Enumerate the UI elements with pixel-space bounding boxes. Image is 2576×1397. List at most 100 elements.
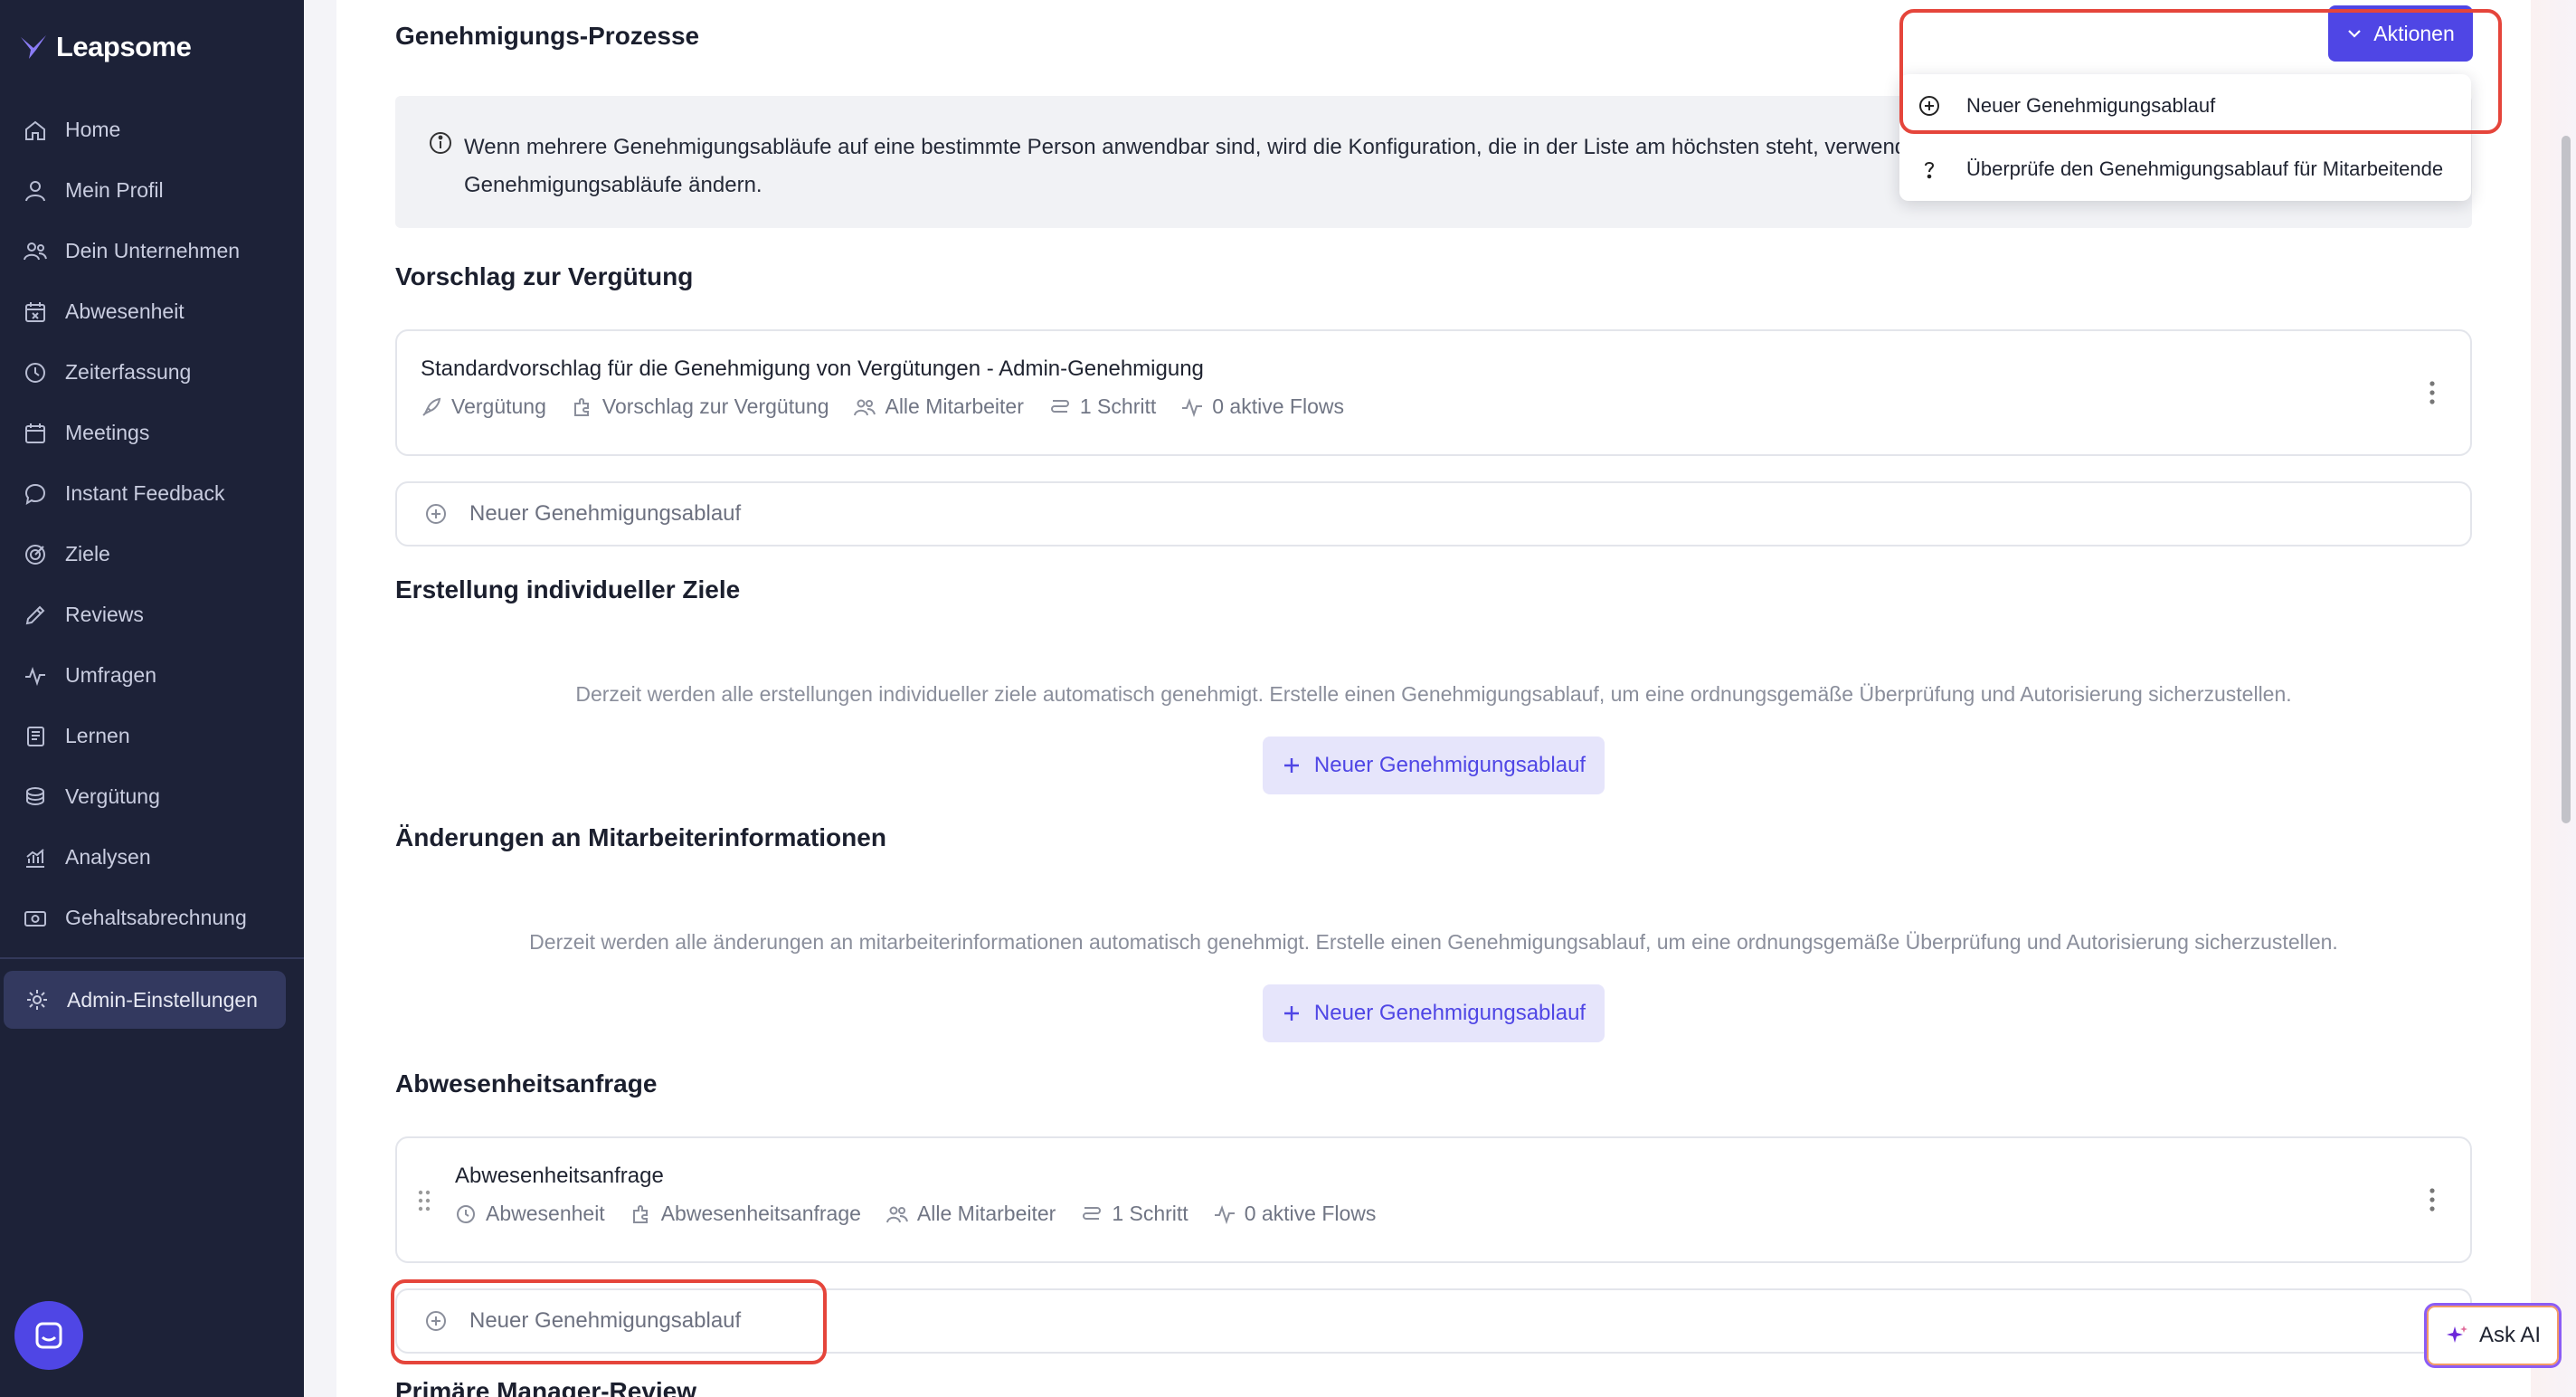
approval-flow-card[interactable]: Standardvorschlag für die Genehmigung vo… [395, 329, 2472, 456]
sidebar-nav: Home Mein Profil Dein Unternehmen Abwese… [0, 100, 304, 948]
target-icon [25, 544, 45, 565]
clock-icon [457, 1204, 475, 1223]
highlight-box-new-flow [391, 1279, 827, 1364]
meta-steps: 1 Schritt [1081, 1202, 1189, 1226]
users-icon [854, 399, 876, 415]
section-title-manager-review: Primäre Manager-Review [395, 1377, 697, 1397]
flow-name: Abwesenheitsanfrage [455, 1164, 664, 1188]
coins-icon [26, 786, 44, 805]
approval-flow-card[interactable]: Abwesenheitsanfrage Abwesenheit Abwesenh… [395, 1136, 2472, 1263]
sidebar-item-label: Home [65, 118, 121, 141]
new-approval-flow-button[interactable]: Neuer Genehmigungsablauf [1263, 737, 1605, 794]
puzzle-icon [632, 1204, 648, 1223]
section-title-employee-info: Änderungen an Mitarbeiterinformationen [395, 823, 886, 851]
meta-active-flows: 0 aktive Flows [1214, 1202, 1376, 1226]
meta-steps: 1 Schritt [1049, 394, 1156, 419]
sidebar-item-label: Zeiterfassung [65, 360, 192, 384]
info-icon [430, 132, 451, 154]
plus-icon [1283, 758, 1299, 773]
user-icon [25, 180, 45, 201]
chat-icon [24, 483, 46, 505]
sidebar-item-label: Admin-Einstellungen [67, 987, 258, 1012]
sidebar-item-label: Ziele [65, 542, 110, 565]
sidebar: Leapsome Home Mein Profil Dein Unternehm… [0, 0, 304, 1397]
book-icon [27, 726, 44, 746]
route-icon [1083, 1206, 1102, 1220]
meta-type: Vorschlag zur Vergütung [572, 394, 829, 419]
users-icon [886, 1206, 908, 1222]
scrollbar[interactable] [2562, 136, 2571, 823]
meta-steps-label: 1 Schritt [1079, 394, 1157, 418]
sidebar-item-learning[interactable]: Lernen [0, 706, 304, 766]
new-approval-flow-button[interactable]: Neuer Genehmigungsablauf [1263, 984, 1605, 1042]
sidebar-item-home[interactable]: Home [0, 100, 304, 160]
plus-icon [1283, 1006, 1299, 1021]
leapsome-bird-icon [21, 35, 46, 59]
sidebar-item-surveys[interactable]: Umfragen [0, 645, 304, 706]
sidebar-item-label: Vergütung [65, 784, 160, 808]
meta-module: Abwesenheit [455, 1202, 605, 1226]
sidebar-item-label: Dein Unternehmen [65, 239, 241, 262]
sidebar-item-time-tracking[interactable]: Zeiterfassung [0, 342, 304, 403]
clock-icon [25, 362, 45, 383]
sidebar-item-label: Abwesenheit [65, 299, 185, 323]
gear-icon [27, 990, 47, 1010]
drag-handle-icon[interactable] [417, 1189, 431, 1212]
support-chat-button[interactable] [14, 1301, 83, 1370]
meta-audience: Alle Mitarbeiter [854, 394, 1024, 419]
sidebar-item-label: Mein Profil [65, 178, 164, 202]
page-title: Genehmigungs-Prozesse [395, 22, 700, 50]
new-flow-label: Neuer Genehmigungsablauf [469, 501, 742, 526]
sparkle-icon [2446, 1326, 2467, 1343]
pulse-icon [1182, 397, 1203, 417]
more-options-icon[interactable] [2429, 380, 2436, 405]
sidebar-item-label: Umfragen [65, 663, 156, 687]
meta-module-label: Vergütung [451, 394, 546, 418]
money-icon [24, 910, 46, 927]
menu-item-label: Überprüfe den Genehmigungsablauf für Mit… [1966, 157, 2444, 180]
sidebar-item-label: Lernen [65, 724, 130, 747]
pulse-icon [25, 666, 45, 686]
chart-icon [26, 848, 44, 868]
meta-steps-label: 1 Schritt [1112, 1202, 1189, 1225]
sidebar-item-instant-feedback[interactable]: Instant Feedback [0, 463, 304, 524]
meta-audience: Alle Mitarbeiter [886, 1202, 1056, 1226]
empty-state-text: Derzeit werden alle änderungen an mitarb… [529, 930, 2338, 954]
flow-meta: Vergütung Vorschlag zur Vergütung Alle M… [421, 394, 1369, 419]
sidebar-item-label: Reviews [65, 603, 144, 626]
pulse-icon [1214, 1204, 1235, 1224]
sidebar-item-company[interactable]: Dein Unternehmen [0, 221, 304, 281]
sidebar-item-label: Gehaltsabrechnung [65, 906, 247, 929]
home-icon [25, 120, 45, 140]
ask-ai-button[interactable]: Ask AI [2424, 1303, 2562, 1368]
meta-active-flows: 0 aktive Flows [1181, 394, 1344, 419]
empty-state-text: Derzeit werden alle erstellungen individ… [575, 682, 2292, 706]
section-title-absence: Abwesenheitsanfrage [395, 1069, 658, 1098]
sidebar-item-analytics[interactable]: Analysen [0, 827, 304, 888]
leapsome-logo[interactable]: Leapsome [18, 27, 192, 67]
sidebar-item-admin-settings[interactable]: Admin-Einstellungen [4, 971, 286, 1029]
meta-type: Abwesenheitsanfrage [630, 1202, 861, 1226]
sidebar-item-profile[interactable]: Mein Profil [0, 160, 304, 221]
sidebar-item-meetings[interactable]: Meetings [0, 403, 304, 463]
question-icon [1925, 162, 1935, 179]
more-options-icon[interactable] [2429, 1187, 2436, 1212]
sidebar-divider [0, 957, 304, 959]
brand-name: Leapsome [56, 31, 192, 62]
chat-widget-icon [35, 1322, 62, 1349]
rocket-icon [422, 397, 441, 416]
sidebar-item-payroll[interactable]: Gehaltsabrechnung [0, 888, 304, 948]
sidebar-item-reviews[interactable]: Reviews [0, 584, 304, 645]
button-label: Neuer Genehmigungsablauf [1313, 1001, 1586, 1025]
meta-module-label: Abwesenheit [486, 1202, 605, 1225]
sidebar-item-goals[interactable]: Ziele [0, 524, 304, 584]
meta-module: Vergütung [421, 394, 546, 419]
flow-meta: Abwesenheit Abwesenheitsanfrage Alle Mit… [455, 1202, 1401, 1226]
new-approval-flow-row[interactable]: Neuer Genehmigungsablauf [395, 481, 2472, 546]
users-icon [24, 242, 47, 260]
meta-type-label: Abwesenheitsanfrage [660, 1202, 861, 1225]
sidebar-item-absence[interactable]: Abwesenheit [0, 281, 304, 342]
puzzle-icon [573, 397, 589, 416]
menu-item-check-approval-flow[interactable]: Überprüfe den Genehmigungsablauf für Mit… [1899, 138, 2471, 201]
sidebar-item-compensation[interactable]: Vergütung [0, 766, 304, 827]
